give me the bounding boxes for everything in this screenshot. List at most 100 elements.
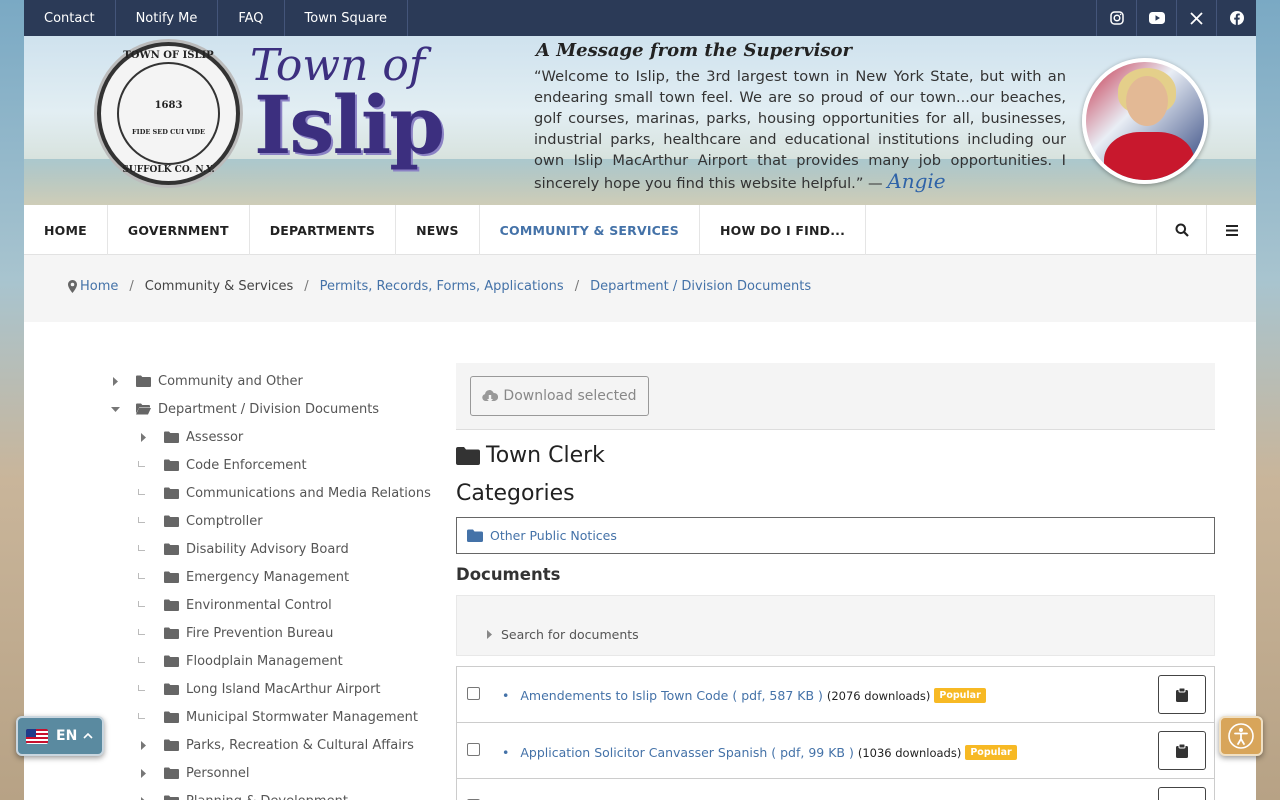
- tree-item[interactable]: Parks, Recreation & Cultural Affairs: [140, 731, 414, 759]
- page: Contact Notify Me FAQ Town Square TOWN O…: [24, 0, 1256, 800]
- category-title: Town Clerk: [486, 443, 605, 468]
- facebook-icon[interactable]: [1216, 0, 1256, 36]
- instagram-icon[interactable]: [1096, 0, 1136, 36]
- tree-connector: [138, 545, 145, 551]
- documents-toolbar: Download selected: [456, 363, 1215, 430]
- youtube-icon[interactable]: [1136, 0, 1176, 36]
- breadcrumb-department-documents[interactable]: Department / Division Documents: [590, 279, 811, 294]
- tree-item-label: Parks, Recreation & Cultural Affairs: [186, 737, 414, 753]
- folder-icon: [164, 599, 179, 611]
- popular-badge: Popular: [934, 688, 986, 703]
- tree-item[interactable]: Assessor: [140, 423, 244, 451]
- document-link[interactable]: Application Solicitor Canvasser Spanish …: [520, 745, 853, 760]
- x-icon[interactable]: [1176, 0, 1216, 36]
- folder-open-icon: [136, 403, 151, 415]
- caret-right-icon[interactable]: [138, 740, 148, 750]
- folder-icon: [164, 459, 179, 471]
- breadcrumb-home[interactable]: Home: [80, 279, 118, 294]
- folder-icon: [164, 627, 179, 639]
- copy-link-button[interactable]: [1158, 731, 1206, 770]
- tree-item[interactable]: Environmental Control: [138, 591, 332, 619]
- tree-connector: [138, 461, 145, 467]
- tree-item[interactable]: Disability Advisory Board: [138, 535, 349, 563]
- town-square-link[interactable]: Town Square: [285, 0, 409, 36]
- categories-heading: Categories: [456, 481, 575, 506]
- tree-item[interactable]: Department / Division Documents: [110, 395, 380, 423]
- folder-icon: [164, 795, 179, 800]
- folder-open-icon: [456, 446, 480, 465]
- caret-right-icon[interactable]: [138, 432, 148, 442]
- notify-me-link[interactable]: Notify Me: [116, 0, 219, 36]
- caret-right-icon[interactable]: [110, 376, 120, 386]
- document-link[interactable]: Amendements to Islip Town Code ( pdf, 58…: [520, 688, 823, 703]
- tree-connector: [138, 573, 145, 579]
- document-checkbox[interactable]: [467, 743, 480, 756]
- documents-heading: Documents: [456, 565, 561, 584]
- menu-icon[interactable]: [1206, 205, 1256, 255]
- document-checkbox[interactable]: [467, 687, 480, 700]
- tree-item[interactable]: Community and Other: [112, 367, 303, 395]
- tree-item[interactable]: Personnel: [140, 759, 250, 787]
- subcategory-item[interactable]: Other Public Notices: [456, 517, 1215, 554]
- nav-community-services[interactable]: COMMUNITY & SERVICES: [480, 205, 701, 255]
- clipboard-icon: [1176, 687, 1188, 702]
- tree-item[interactable]: Code Enforcement: [138, 451, 307, 479]
- tree-item-label: Municipal Stormwater Management: [186, 709, 418, 725]
- document-entry: • Amendements to Islip Town Code ( pdf, …: [502, 688, 986, 703]
- folder-icon: [164, 543, 179, 555]
- tree-item[interactable]: Floodplain Management: [138, 647, 343, 675]
- folder-icon: [164, 487, 179, 499]
- supervisor-message: “Welcome to Islip, the 3rd largest town …: [534, 66, 1066, 194]
- tree-item-label: Fire Prevention Bureau: [186, 625, 334, 641]
- chevron-up-icon: [83, 733, 93, 739]
- tree-item[interactable]: Planning & Development: [140, 787, 348, 800]
- breadcrumb-permits[interactable]: Permits, Records, Forms, Applications: [320, 279, 564, 294]
- nav-departments[interactable]: DEPARTMENTS: [250, 205, 397, 255]
- contact-link[interactable]: Contact: [24, 0, 116, 36]
- tree-item[interactable]: Fire Prevention Bureau: [138, 619, 334, 647]
- tree-item-label: Assessor: [186, 429, 244, 445]
- tree-item-label: Environmental Control: [186, 597, 332, 613]
- supervisor-portrait: [1082, 58, 1208, 184]
- caret-right-icon[interactable]: [138, 796, 148, 800]
- us-flag-icon: [26, 728, 48, 744]
- caret-down-icon[interactable]: [110, 404, 120, 414]
- town-seal-logo[interactable]: TOWN OF ISLIP 1683 FIDE SED CUI VIDE SUF…: [97, 42, 240, 185]
- nav-government[interactable]: GOVERNMENT: [108, 205, 250, 255]
- tree-item[interactable]: Comptroller: [138, 507, 263, 535]
- faq-link[interactable]: FAQ: [218, 0, 285, 36]
- download-count: (1036 downloads): [857, 745, 962, 760]
- utility-links: Contact Notify Me FAQ Town Square: [24, 0, 409, 36]
- tree-item-label: Personnel: [186, 765, 250, 781]
- nav-news[interactable]: NEWS: [396, 205, 480, 255]
- bullet: •: [502, 688, 510, 703]
- folder-icon: [164, 739, 179, 751]
- nav-home[interactable]: HOME: [24, 205, 108, 255]
- supervisor-message-title: A Message from the Supervisor: [536, 40, 853, 61]
- folder-icon: [164, 515, 179, 527]
- tree-item-label: Communications and Media Relations: [186, 485, 431, 501]
- tree-item-label: Floodplain Management: [186, 653, 343, 669]
- tree-item[interactable]: Long Island MacArthur Airport: [138, 675, 381, 703]
- copy-link-button[interactable]: [1158, 787, 1206, 800]
- accessibility-button[interactable]: [1219, 716, 1263, 756]
- search-icon[interactable]: [1156, 205, 1206, 255]
- download-selected-label: Download selected: [503, 388, 637, 404]
- seal-year: 1683: [154, 100, 183, 111]
- tree-item[interactable]: Emergency Management: [138, 563, 349, 591]
- download-selected-button[interactable]: Download selected: [470, 376, 649, 416]
- caret-right-icon[interactable]: [138, 768, 148, 778]
- document-search-toggle[interactable]: Search for documents: [456, 595, 1215, 656]
- language-selector[interactable]: EN: [16, 716, 104, 756]
- folder-icon: [164, 655, 179, 667]
- breadcrumb-separator: /: [574, 279, 580, 294]
- tree-item[interactable]: Municipal Stormwater Management: [138, 703, 418, 731]
- tree-item[interactable]: Communications and Media Relations: [138, 479, 431, 507]
- nav-how-do-i-find[interactable]: HOW DO I FIND...: [700, 205, 867, 255]
- bullet: •: [502, 745, 510, 760]
- tree-item-label: Department / Division Documents: [158, 401, 380, 417]
- logo-islip[interactable]: Islip: [254, 78, 445, 172]
- supervisor-signature: Angie: [887, 169, 946, 193]
- folder-icon: [164, 683, 179, 695]
- copy-link-button[interactable]: [1158, 675, 1206, 714]
